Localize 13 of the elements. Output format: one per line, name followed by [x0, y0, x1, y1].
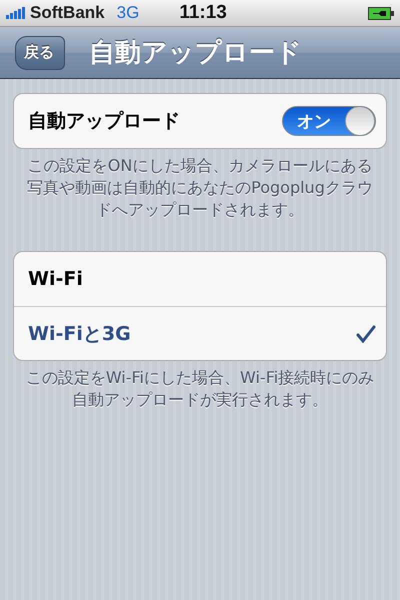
option-row[interactable]: Wi-Fiと3G [14, 306, 386, 360]
setting-label: 自動アップロード [28, 109, 181, 134]
setting-description: この設定をONにした場合、カメラロールにある写真や動画は自動的にあなたのPogoplugクラウドへアップロードされます。 [26, 155, 374, 221]
checkmark-icon [356, 324, 376, 342]
network-type: 3G [116, 3, 140, 23]
battery-charging-icon [368, 6, 394, 20]
option-row[interactable]: Wi-Fi [14, 252, 386, 306]
setting-description: この設定をWi-Fiにした場合、Wi-Fi接続時にのみ自動アップロードが実行されます。 [25, 367, 375, 411]
screen-title: 自動アップロード [89, 37, 303, 70]
toggle-switch[interactable]: オン [282, 106, 376, 136]
carrier-name: SoftBank [30, 3, 105, 23]
signal-icon [6, 7, 26, 19]
clock-time: 11:13 [179, 2, 227, 24]
